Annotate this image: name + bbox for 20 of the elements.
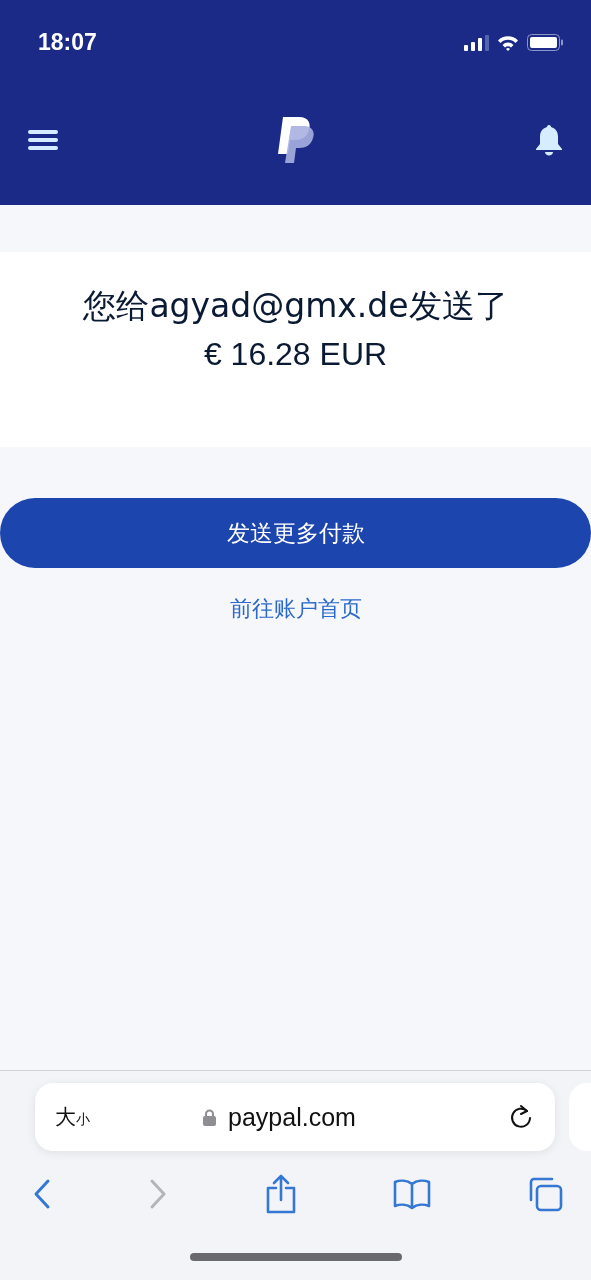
- payment-amount: € 16.28 EUR: [203, 335, 388, 374]
- signal-icon: [464, 34, 489, 51]
- share-icon[interactable]: [264, 1174, 297, 1214]
- confirmation-message: 您给agyad@gmx.de发送了: [83, 285, 508, 327]
- status-time: 18:07: [38, 29, 97, 56]
- battery-icon: [527, 34, 563, 51]
- reload-icon[interactable]: [509, 1104, 533, 1130]
- account-home-link[interactable]: 前往账户首页: [229, 594, 362, 624]
- url-text: paypal.com: [228, 1102, 356, 1132]
- tabs-icon[interactable]: [527, 1176, 563, 1212]
- book-icon[interactable]: [392, 1178, 431, 1210]
- text-size-button[interactable]: 大小: [55, 1103, 90, 1131]
- address-bar[interactable]: 大小 paypal.com: [35, 1083, 555, 1151]
- notification-bell-icon[interactable]: [535, 124, 563, 156]
- logo-icon: [276, 116, 317, 164]
- back-button[interactable]: [32, 1178, 52, 1210]
- lock-icon: [203, 1108, 217, 1126]
- send-more-button[interactable]: 发送更多付款: [0, 498, 591, 568]
- menu-button[interactable]: [28, 129, 58, 151]
- wifi-icon: [497, 34, 519, 51]
